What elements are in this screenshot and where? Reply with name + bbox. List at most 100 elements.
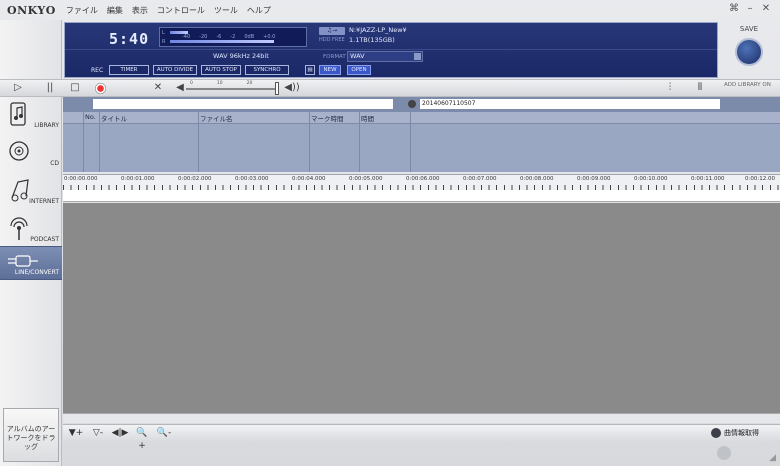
get-track-info-button[interactable]: 曲情報取得	[711, 428, 759, 438]
chevron-down-icon	[414, 53, 421, 60]
timeline-label: 0:00:11.000	[691, 176, 725, 182]
cd-disc-icon	[8, 140, 30, 162]
meter-tick: -20	[199, 34, 208, 40]
status-icon	[717, 446, 731, 460]
volume-tick: 0	[190, 81, 193, 86]
clock-readout: 5:40	[109, 30, 150, 48]
file-name-input[interactable]: 20140607110507	[420, 99, 720, 109]
column-mark-time[interactable]: マーク時間	[311, 113, 344, 123]
hdd-free-label: HDD FREE	[319, 37, 345, 43]
recording-display: 5:40 L R -40 -20 -6 -2 0dB +0.0 ♫→ N:¥JA…	[64, 22, 718, 78]
sidebar-item-line-convert[interactable]: LINE/CONVERT	[0, 246, 62, 280]
timeline-label: 0:00:02.000	[178, 176, 212, 182]
auto-stop-button[interactable]: AUTO STOP	[201, 65, 241, 75]
level-meter: L R -40 -20 -6 -2 0dB +0.0	[159, 27, 307, 47]
meter-channel-label: R	[162, 39, 166, 45]
synchro-button[interactable]: SYNCHRO	[245, 65, 289, 75]
meter-tick: -6	[216, 34, 222, 40]
title-bar: ONKYO ファイル 編集 表示 コントロール ツール ヘルプ ⌘ – ✕	[0, 0, 780, 20]
new-file-icon[interactable]: ▤	[305, 65, 315, 75]
menu-edit[interactable]: 編集	[107, 5, 123, 16]
disc-icon	[408, 100, 416, 108]
menu-file[interactable]: ファイル	[66, 5, 98, 16]
sidebar-item-podcast[interactable]: PODCAST	[0, 212, 62, 246]
zoom-in-icon[interactable]: 🔍+	[133, 427, 151, 451]
split-icon[interactable]: ◀|▶	[111, 427, 129, 440]
play-icon[interactable]: ▷	[10, 81, 26, 95]
volume-scale: 0 10 20	[190, 81, 252, 86]
list-toolbar: 20140607110507	[63, 97, 780, 112]
artwork-drop-zone[interactable]: アルバムのアートワークをドラッグ	[3, 408, 59, 462]
minimize-icon[interactable]: –	[742, 3, 758, 14]
volume-tick: 10	[216, 81, 223, 86]
meter-bar-right	[170, 40, 274, 43]
remove-mark-icon[interactable]: ▽-	[89, 427, 107, 440]
search-icon	[711, 428, 721, 438]
sidebar-item-label: LINE/CONVERT	[14, 269, 59, 276]
close-icon[interactable]: ✕	[758, 3, 774, 14]
podcast-antenna-icon	[8, 216, 30, 240]
timeline-ruler[interactable]: 0:00:00.000 0:00:01.000 0:00:02.000 0:00…	[63, 174, 780, 190]
album-name-input[interactable]	[93, 99, 393, 109]
sidebar-item-label: CD	[50, 160, 59, 167]
column-divider	[99, 112, 100, 172]
mini-mode-icon[interactable]: ⌘	[726, 3, 742, 14]
sidebar-item-library[interactable]: LIBRARY	[0, 98, 62, 132]
get-track-info-label: 曲情報取得	[724, 429, 759, 437]
column-filename[interactable]: ファイル名	[200, 113, 233, 123]
record-icon[interactable]	[95, 83, 106, 94]
menu-view[interactable]: 表示	[132, 5, 148, 16]
menu-control[interactable]: コントロール	[157, 5, 205, 16]
timeline-label: 0:00:05.000	[349, 176, 383, 182]
timeline-label: 0:00:04.000	[292, 176, 326, 182]
zoom-out-icon[interactable]: 🔍-	[155, 427, 173, 440]
save-panel[interactable]: SAVE	[722, 22, 776, 78]
timeline-label: 0:00:03.000	[235, 176, 269, 182]
meter-tick: +0.0	[263, 34, 276, 40]
track-list[interactable]: No. タイトル ファイル名 マーク時間 時間	[63, 112, 780, 172]
equalizer-icon[interactable]: ⫶	[662, 81, 678, 95]
sidebar-item-internet[interactable]: INTERNET	[0, 174, 62, 208]
volume-knob[interactable]	[275, 82, 279, 95]
column-divider	[410, 112, 411, 172]
stop-icon[interactable]: □	[67, 81, 83, 95]
sidebar-item-cd[interactable]: CD	[0, 136, 62, 170]
volume-high-icon: ◀))	[284, 82, 300, 93]
horizontal-scrollbar[interactable]	[63, 413, 780, 423]
auto-divide-button[interactable]: AUTO DIVIDE	[153, 65, 197, 75]
format-info: WAV 96kHz 24bit	[213, 52, 269, 60]
format-label: FORMAT	[323, 54, 346, 60]
meter-tick: -2	[230, 34, 236, 40]
waveform-area[interactable]	[63, 203, 780, 413]
format-select[interactable]: WAV	[347, 51, 423, 62]
menu-help[interactable]: ヘルプ	[247, 5, 271, 16]
settings-icon[interactable]: ⫴	[692, 81, 708, 95]
onkyo-app: ONKYO ファイル 編集 表示 コントロール ツール ヘルプ ⌘ – ✕ LI…	[0, 0, 780, 466]
meter-channel-label: L	[162, 30, 165, 36]
save-icon	[735, 38, 763, 66]
pause-icon[interactable]: ||	[42, 81, 58, 95]
status-bar: ◢	[63, 442, 780, 466]
folder-select-icon[interactable]: ♫→	[319, 27, 345, 35]
timer-button[interactable]: TIMER	[109, 65, 149, 75]
marker-band[interactable]	[63, 190, 780, 202]
format-panel: WAV 96kHz 24bit FORMAT WAV REC TIMER AUT…	[65, 49, 717, 77]
menu-tools[interactable]: ツール	[214, 5, 238, 16]
column-time[interactable]: 時間	[361, 113, 374, 123]
column-no[interactable]: No.	[85, 113, 96, 121]
open-button[interactable]: OPEN	[347, 65, 371, 75]
app-logo: ONKYO	[7, 3, 56, 17]
add-mark-icon[interactable]: ▼+	[67, 427, 85, 440]
add-library-toggle[interactable]: ADD LIBRARY ON	[724, 82, 771, 88]
column-title[interactable]: タイトル	[101, 113, 127, 123]
volume-slider[interactable]	[186, 88, 278, 90]
resize-grip-icon[interactable]: ◢	[769, 453, 776, 463]
timeline-label: 0:00:01.000	[121, 176, 155, 182]
sidebar-item-label: PODCAST	[30, 236, 59, 243]
format-select-value: WAV	[350, 52, 365, 60]
mute-icon[interactable]: ✕	[150, 81, 166, 95]
column-divider	[198, 112, 199, 172]
new-button[interactable]: NEW	[319, 65, 341, 75]
save-label: SAVE	[739, 25, 759, 33]
save-folder-path: N:¥JAZZ-LP_New¥	[349, 26, 407, 34]
